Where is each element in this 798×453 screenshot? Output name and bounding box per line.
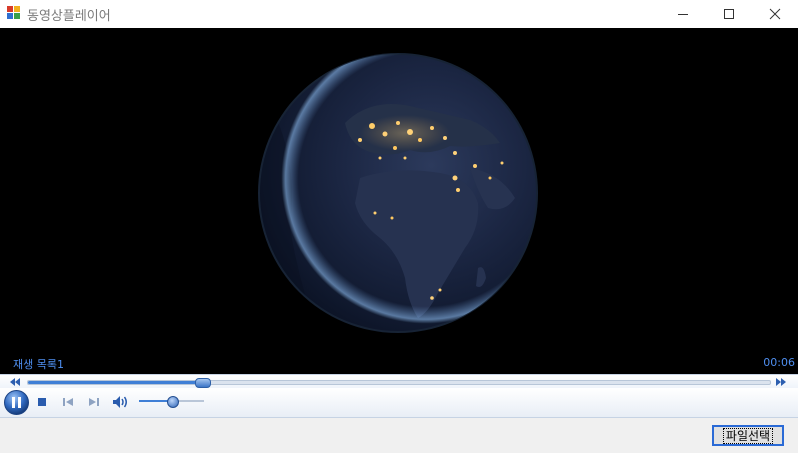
volume-thumb[interactable] (166, 396, 179, 408)
close-button[interactable] (752, 0, 798, 28)
minimize-icon (678, 14, 688, 15)
previous-button[interactable] (61, 396, 75, 408)
playlist-label: 재생 목록1 (13, 358, 64, 371)
volume-icon (113, 396, 127, 408)
seek-progress (28, 381, 203, 384)
title-bar: 동영상플레이어 (0, 0, 798, 28)
video-display[interactable]: 재생 목록1 00:06 (0, 28, 798, 374)
window-title: 동영상플레이어 (27, 9, 111, 24)
pause-icon (4, 390, 29, 415)
next-icon (89, 398, 99, 406)
fast-forward-button[interactable] (775, 377, 787, 387)
file-select-label: 파일선택 (722, 427, 774, 444)
previous-icon (63, 398, 73, 406)
fast-forward-icon (776, 378, 786, 386)
close-icon (769, 8, 781, 20)
minimize-button[interactable] (660, 0, 706, 28)
seek-thumb[interactable] (195, 378, 212, 388)
volume-slider[interactable] (139, 396, 204, 408)
seek-slider[interactable] (27, 378, 771, 388)
maximize-icon (724, 9, 734, 19)
rewind-button[interactable] (9, 377, 21, 387)
stop-icon (38, 398, 46, 406)
seek-bar-row (0, 374, 798, 389)
file-select-button[interactable]: 파일선택 (712, 425, 784, 446)
app-icon (7, 6, 21, 20)
playback-controls (0, 388, 798, 418)
pause-button[interactable] (4, 390, 29, 415)
time-display: 00:06 (763, 356, 795, 369)
stop-button[interactable] (36, 396, 48, 408)
earth-video-frame (0, 28, 798, 374)
mute-button[interactable] (112, 394, 130, 410)
next-button[interactable] (87, 396, 101, 408)
rewind-icon (10, 378, 20, 386)
maximize-button[interactable] (706, 0, 752, 28)
